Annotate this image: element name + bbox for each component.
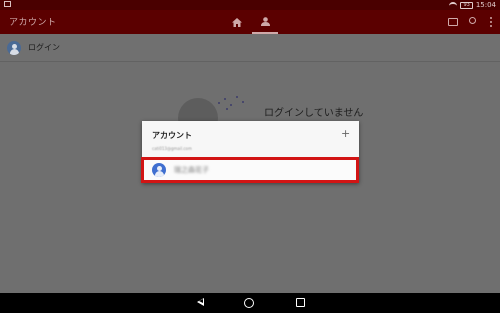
account-email: cati013@gmail.com (152, 146, 192, 151)
more-options-icon[interactable] (488, 16, 494, 28)
clock: 15:04 (475, 1, 496, 9)
status-indicators: 93 15:04 (449, 1, 496, 9)
wifi-icon (449, 2, 458, 8)
status-bar: 93 15:04 (0, 0, 500, 10)
not-logged-in-message: ログインしていません (264, 108, 364, 119)
login-row[interactable]: ログイン (0, 34, 500, 62)
account-list-item[interactable]: 瑞之森花子 (141, 157, 359, 183)
cast-icon[interactable] (448, 18, 458, 26)
add-account-button[interactable]: + (341, 127, 350, 140)
recent-apps-icon[interactable] (296, 298, 305, 307)
page-title: アカウント (9, 18, 57, 28)
tab-account[interactable] (252, 10, 278, 34)
home-icon (232, 17, 242, 27)
person-icon (260, 16, 270, 26)
tab-home[interactable] (224, 10, 250, 34)
back-icon[interactable] (197, 298, 204, 306)
avatar-icon (7, 41, 21, 55)
search-icon[interactable] (469, 17, 476, 24)
account-name: 瑞之森花子 (174, 166, 209, 174)
system-nav-bar (0, 293, 500, 313)
confetti-decoration (214, 94, 254, 114)
app-bar: アカウント (0, 10, 500, 34)
home-button-icon[interactable] (244, 298, 254, 308)
dialog-title: アカウント (152, 131, 192, 140)
notification-icon (4, 1, 11, 7)
account-avatar-icon (152, 163, 166, 177)
login-label: ログイン (28, 43, 60, 52)
battery-icon: 93 (460, 1, 473, 9)
